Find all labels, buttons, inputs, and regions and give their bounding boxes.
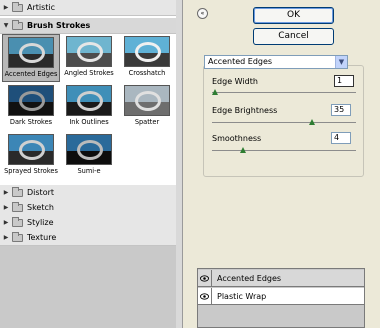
smoothness-label: Smoothness (212, 134, 262, 143)
thumb-angled-strokes[interactable]: Angled Strokes (60, 34, 118, 82)
thumb-sumi-e[interactable]: Sumi-e (60, 132, 118, 180)
category-sketch[interactable]: ▶ Sketch (0, 200, 176, 216)
edge-width-slider-track[interactable] (212, 92, 356, 93)
panel-divider (184, 0, 198, 328)
gallery-scrollbar[interactable] (176, 0, 182, 328)
folder-icon (12, 216, 23, 227)
smoothness-field[interactable]: 4 (331, 132, 351, 144)
thumbnail-caption: Crosshatch (128, 69, 166, 77)
gallery-empty-area (0, 246, 176, 328)
thumbnail-image (8, 85, 54, 116)
category-distort[interactable]: ▶ Distort (0, 185, 176, 201)
category-label: Sketch (27, 203, 54, 212)
thumbnail-caption: Spatter (134, 118, 160, 126)
cancel-button[interactable]: Cancel (253, 28, 334, 45)
category-texture[interactable]: ▶ Texture (0, 230, 176, 246)
thumbnail-image (8, 134, 54, 165)
ok-button[interactable]: OK (253, 7, 334, 24)
thumbnail-caption: Accented Edges (4, 70, 58, 78)
expand-triangle-icon[interactable]: ▶ (0, 4, 12, 11)
edge-width-label: Edge Width (212, 77, 258, 86)
thumbnail-image (66, 134, 112, 165)
thumbnail-image (124, 36, 170, 67)
layer-row-plastic-wrap[interactable]: Plastic Wrap (198, 288, 364, 305)
layer-name: Plastic Wrap (217, 291, 267, 301)
edge-width-field[interactable]: 1 (334, 75, 354, 87)
eye-icon[interactable] (198, 270, 212, 286)
edge-brightness-field[interactable]: 35 (331, 104, 351, 116)
thumbnail-image (124, 85, 170, 116)
thumbnail-grid: Accented Edges Angled Strokes Crosshatch… (0, 34, 176, 182)
thumb-sprayed-strokes[interactable]: Sprayed Strokes (2, 132, 60, 180)
folder-icon (12, 19, 23, 30)
folder-icon (12, 1, 23, 12)
chevron-down-icon[interactable]: ▼ (335, 56, 347, 68)
folder-icon (12, 186, 23, 197)
collapse-gallery-icon[interactable]: « (197, 8, 208, 19)
layer-row-accented-edges[interactable]: Accented Edges (198, 270, 364, 287)
thumbnail-image (8, 37, 54, 68)
category-label: Stylize (27, 218, 54, 227)
thumb-ink-outlines[interactable]: Ink Outlines (60, 83, 118, 131)
edge-brightness-label: Edge Brightness (212, 106, 278, 115)
category-label: Texture (27, 233, 57, 242)
thumb-crosshatch[interactable]: Crosshatch (118, 34, 176, 82)
thumb-dark-strokes[interactable]: Dark Strokes (2, 83, 60, 131)
thumb-spatter[interactable]: Spatter (118, 83, 176, 131)
edge-brightness-slider-thumb[interactable] (308, 119, 315, 125)
filter-select-value: Accented Edges (208, 57, 273, 66)
thumbnail-image (66, 36, 112, 67)
thumbnail-caption: Ink Outlines (69, 118, 109, 126)
expand-triangle-icon[interactable]: ▶ (0, 204, 12, 211)
expand-triangle-icon[interactable]: ▶ (0, 219, 12, 226)
eye-icon[interactable] (198, 288, 212, 304)
folder-icon (12, 231, 23, 242)
layer-name: Accented Edges (217, 273, 282, 283)
edge-width-slider-thumb[interactable] (212, 89, 218, 95)
expand-triangle-icon[interactable]: ▶ (0, 234, 12, 241)
thumbnail-caption: Sprayed Strokes (4, 167, 58, 175)
thumbnail-caption: Dark Strokes (9, 118, 53, 126)
thumbnail-caption: Sumi-e (77, 167, 101, 175)
thumbnail-image (66, 85, 112, 116)
folder-icon (12, 201, 23, 212)
filter-gallery-panel: ▶ Artistic ▼ Brush Strokes Accented Edge… (0, 0, 183, 328)
collapse-triangle-icon[interactable]: ▼ (0, 22, 12, 29)
category-label: Artistic (27, 3, 56, 12)
thumbnail-caption: Angled Strokes (64, 69, 114, 77)
category-label: Distort (27, 188, 55, 197)
smoothness-slider-track[interactable] (212, 150, 356, 151)
smoothness-slider-thumb[interactable] (239, 147, 246, 153)
category-stylize[interactable]: ▶ Stylize (0, 215, 176, 231)
thumb-accented-edges[interactable]: Accented Edges (2, 34, 60, 82)
filter-select-dropdown[interactable]: Accented Edges ▼ (204, 55, 348, 69)
category-brush-strokes[interactable]: ▼ Brush Strokes (0, 18, 176, 34)
effect-layers-panel: Accented Edges Plastic Wrap (197, 268, 365, 328)
category-label: Brush Strokes (27, 21, 91, 30)
filter-gallery-list: ▶ Artistic ▼ Brush Strokes Accented Edge… (0, 0, 176, 328)
expand-triangle-icon[interactable]: ▶ (0, 189, 12, 196)
category-artistic[interactable]: ▶ Artistic (0, 0, 176, 16)
edge-brightness-slider-track[interactable] (212, 122, 356, 123)
